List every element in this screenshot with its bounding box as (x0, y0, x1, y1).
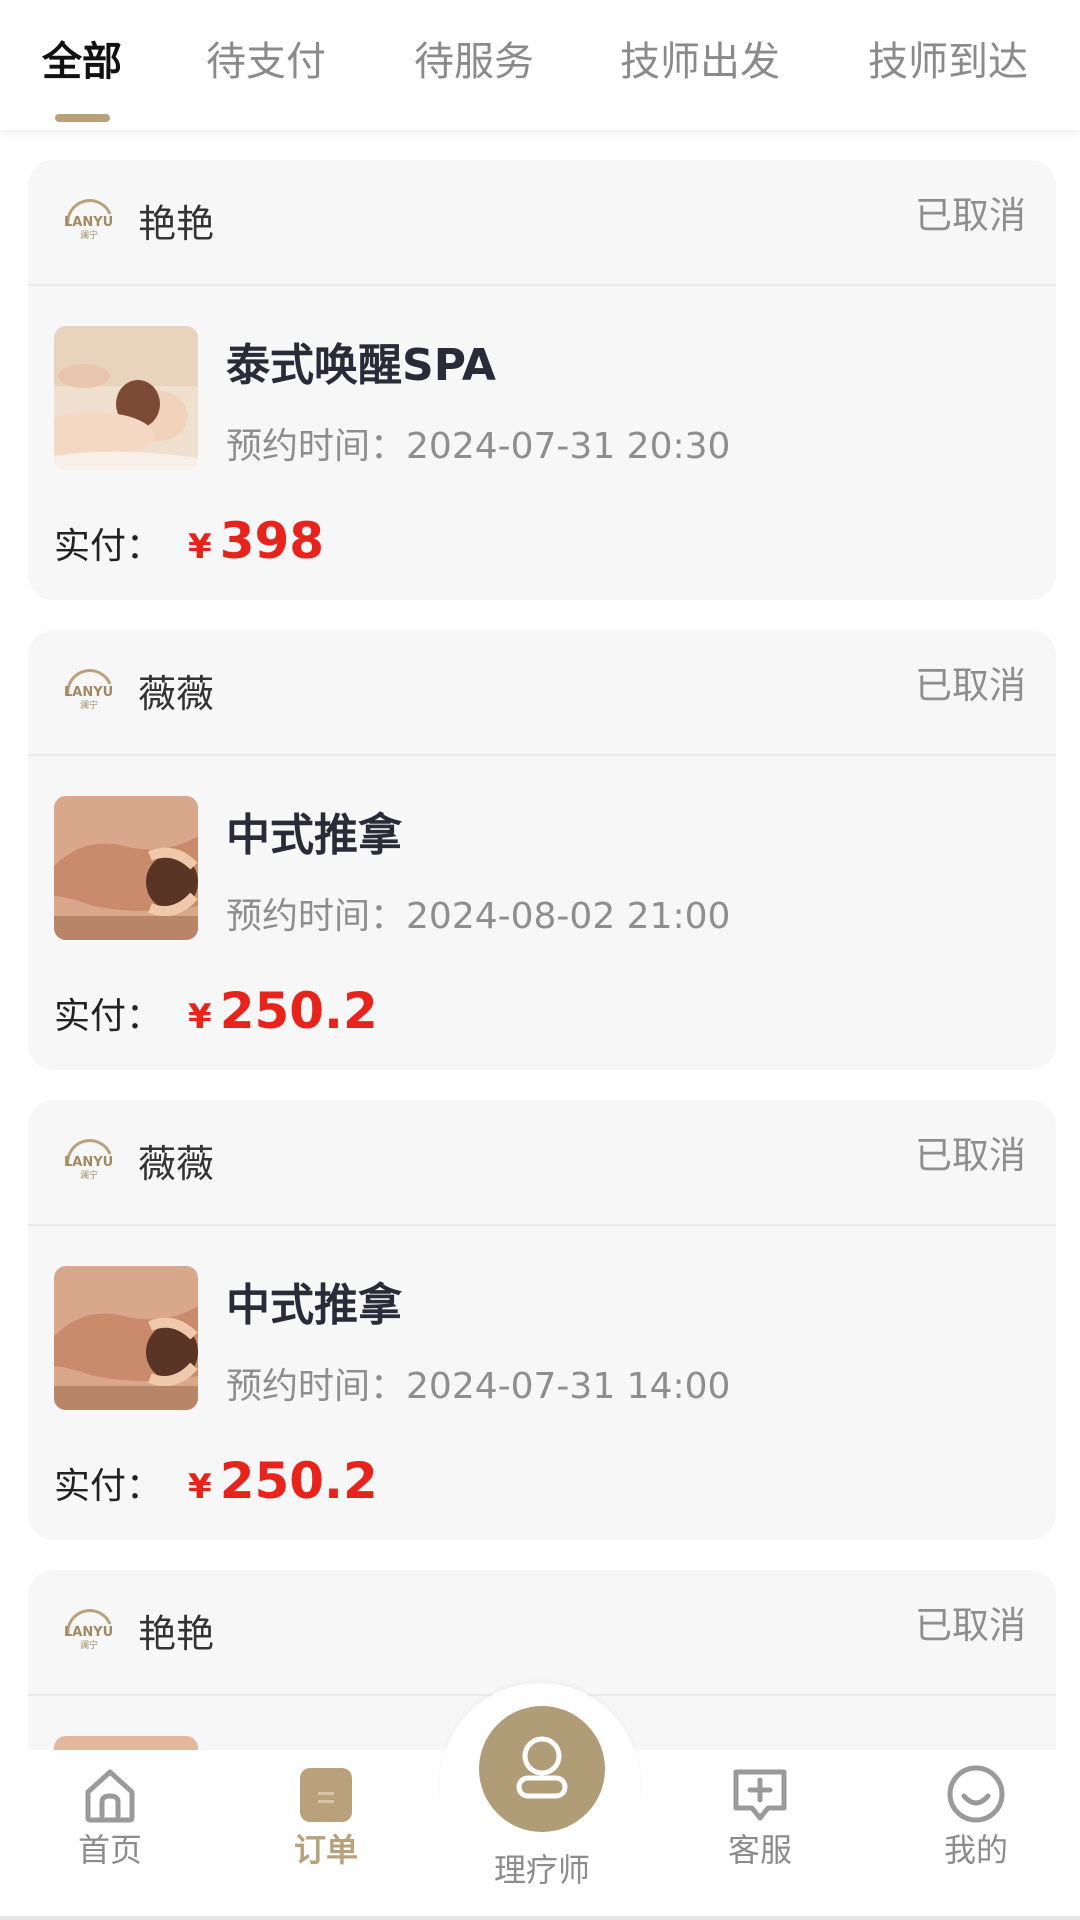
svg-text:LANYU: LANYU (64, 1625, 113, 1640)
appointment-value: 2024-08-02 21:00 (406, 896, 731, 937)
appointment-value: 2024-07-31 14:00 (406, 1366, 731, 1407)
nav-customer-service[interactable]: 客服 (700, 1762, 820, 1872)
service-title: 泰式唤醒SPA (226, 340, 496, 391)
service-title: 中式推拿 (226, 1280, 402, 1331)
nav-home-label: 首页 (77, 1831, 142, 1869)
paid-label: 实付： (54, 526, 163, 567)
nav-service-label: 客服 (727, 1831, 792, 1869)
price-value: 250.2 (219, 1452, 378, 1510)
bottom-divider (0, 1916, 1080, 1920)
order-status: 已取消 (915, 1604, 1026, 1647)
svg-text:LANYU: LANYU (64, 1155, 113, 1170)
service-thumbnail (54, 796, 198, 940)
tab-all[interactable]: 全部 (42, 34, 122, 90)
service-thumbnail (54, 1736, 198, 1750)
service-thumbnail (54, 326, 198, 470)
paid-label: 实付： (54, 1466, 163, 1507)
paid-amount: 实付： ¥398 (54, 512, 324, 582)
order-card[interactable]: LANYU 澜宁 艳艳 已取消 泰式唤醒SPA 预约时间：2024-07-31 … (28, 160, 1056, 600)
order-card[interactable]: LANYU 澜宁 薇薇 已取消 中式推拿 预约时间：2024-07-31 14:… (28, 1100, 1056, 1540)
currency-symbol: ¥ (188, 527, 212, 567)
nav-orders[interactable]: 订单 (266, 1762, 386, 1872)
order-card-header: LANYU 澜宁 艳艳 已取消 (28, 1570, 1056, 1696)
appointment-label: 预约时间： (226, 1366, 407, 1407)
appointment-time: 预约时间：2024-07-31 20:30 (226, 422, 730, 472)
paid-amount: 实付： ¥250.2 (54, 982, 378, 1052)
order-card-header: LANYU 澜宁 薇薇 已取消 (28, 1100, 1056, 1226)
chat-plus-icon (733, 1769, 787, 1821)
order-status: 已取消 (915, 664, 1026, 707)
order-tabs: 全部 待支付 待服务 技师出发 技师到达 (0, 0, 1080, 130)
svg-text:LANYU: LANYU (64, 685, 113, 700)
home-icon (85, 1769, 135, 1823)
active-tab-indicator (55, 114, 110, 122)
order-list-icon (300, 1768, 352, 1822)
order-card-header: LANYU 澜宁 薇薇 已取消 (28, 630, 1056, 756)
order-list[interactable]: LANYU 澜宁 艳艳 已取消 泰式唤醒SPA 预约时间：2024-07-31 … (0, 130, 1080, 1750)
smile-user-icon (947, 1765, 1005, 1823)
therapist-icon (516, 1736, 568, 1799)
currency-symbol: ¥ (188, 997, 212, 1037)
svg-text:澜宁: 澜宁 (80, 1639, 98, 1651)
appointment-time: 预约时间：2024-07-31 14:00 (226, 1362, 730, 1412)
lanyu-logo-icon: LANYU 澜宁 (64, 1609, 113, 1651)
svg-text:LANYU: LANYU (64, 215, 113, 230)
tab-technician-arrived[interactable]: 技师到达 (868, 34, 1028, 90)
appointment-value: 2024-07-31 20:30 (406, 426, 731, 467)
price-value: 250.2 (219, 982, 378, 1040)
technician-name: 薇薇 (138, 1142, 215, 1186)
nav-mine-label: 我的 (943, 1831, 1008, 1869)
technician-name: 艳艳 (138, 1612, 215, 1656)
order-status: 已取消 (915, 194, 1026, 237)
svg-text:澜宁: 澜宁 (80, 229, 98, 241)
price-value: 398 (219, 512, 325, 570)
nav-orders-label: 订单 (293, 1831, 358, 1869)
currency-symbol: ¥ (188, 1467, 212, 1507)
lanyu-logo-icon: LANYU 澜宁 (64, 1139, 113, 1181)
service-title: 中式推拿 (226, 810, 402, 861)
lanyu-logo-icon: LANYU 澜宁 (64, 199, 113, 241)
order-card-header: LANYU 澜宁 艳艳 已取消 (28, 160, 1056, 286)
nav-mine[interactable]: 我的 (916, 1762, 1036, 1872)
tab-pending-payment[interactable]: 待支付 (206, 34, 326, 90)
service-thumbnail (54, 1266, 198, 1410)
nav-home[interactable]: 首页 (50, 1762, 170, 1872)
order-card[interactable]: LANYU 澜宁 薇薇 已取消 中式推拿 预约时间：2024-08-02 21:… (28, 630, 1056, 1070)
tab-pending-service[interactable]: 待服务 (414, 34, 534, 90)
tab-technician-departed[interactable]: 技师出发 (620, 34, 780, 90)
nav-therapist-label: 理疗师 (493, 1851, 590, 1889)
technician-name: 薇薇 (138, 672, 215, 716)
order-status: 已取消 (915, 1134, 1026, 1177)
appointment-time: 预约时间：2024-08-02 21:00 (226, 892, 730, 942)
svg-text:澜宁: 澜宁 (80, 1169, 98, 1181)
svg-text:澜宁: 澜宁 (80, 699, 98, 711)
paid-label: 实付： (54, 996, 163, 1037)
appointment-label: 预约时间： (226, 896, 407, 937)
lanyu-logo-icon: LANYU 澜宁 (64, 669, 113, 711)
paid-amount: 实付： ¥250.2 (54, 1452, 378, 1522)
nav-therapist-button[interactable] (479, 1706, 605, 1832)
technician-name: 艳艳 (138, 202, 215, 246)
appointment-label: 预约时间： (226, 426, 407, 467)
